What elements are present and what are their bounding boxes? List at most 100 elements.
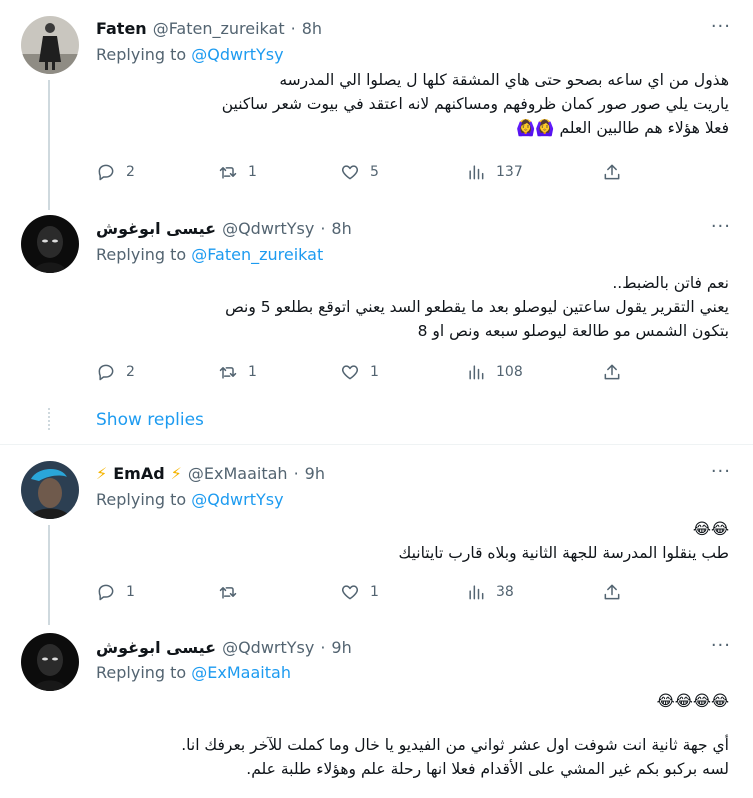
avatar-issa[interactable] bbox=[21, 633, 79, 691]
tweet-timestamp[interactable]: 8h bbox=[331, 219, 351, 238]
separator-dot: · bbox=[320, 218, 326, 238]
tweet-text: هذول من اي ساعه بصحو حتى هاي المشقة كلها… bbox=[96, 68, 729, 140]
share-icon bbox=[604, 584, 620, 600]
reply-count: 2 bbox=[126, 364, 135, 380]
retweet-button[interactable]: 1 bbox=[218, 362, 257, 382]
views-button[interactable]: 108 bbox=[466, 362, 523, 382]
separator-dot: · bbox=[320, 637, 326, 657]
tweet-issa-2[interactable]: عيسى ابوغوش @QdwrtYsy · 9h ··· Replying … bbox=[0, 625, 753, 798]
share-button[interactable] bbox=[602, 582, 622, 602]
like-count: 1 bbox=[370, 584, 379, 600]
reply-count: 1 bbox=[126, 584, 135, 600]
tweet-faten[interactable]: Faten @Faten_zureikat · 8h ··· Replying … bbox=[0, 0, 753, 210]
retweet-icon bbox=[219, 367, 237, 379]
retweet-icon bbox=[219, 587, 237, 599]
like-button[interactable]: 1 bbox=[340, 362, 379, 382]
author-name[interactable]: EmAd bbox=[113, 464, 164, 483]
more-options-icon[interactable]: ··· bbox=[711, 635, 731, 656]
author-name[interactable]: عيسى ابوغوش bbox=[96, 638, 216, 657]
tweet-text-line: بتكون الشمس مو طالعة ليوصلو سبعه ونص او … bbox=[417, 322, 729, 340]
retweet-icon bbox=[219, 167, 237, 179]
more-options-icon[interactable]: ··· bbox=[711, 461, 731, 482]
replying-to-label: Replying to bbox=[96, 490, 187, 509]
bolt-icon: ⚡ bbox=[170, 463, 182, 483]
view-count: 38 bbox=[496, 584, 514, 600]
bolt-icon: ⚡ bbox=[96, 463, 108, 483]
tweet-text-line: نعم فاتن بالضبط.. bbox=[612, 274, 729, 292]
show-replies-link[interactable]: Show replies bbox=[96, 410, 204, 430]
like-count: 1 bbox=[370, 364, 379, 380]
tweet-text-line: لسه بركبو بكم غير المشي على الأقدام فعلا… bbox=[246, 760, 729, 778]
tweet-text-line: هذول من اي ساعه بصحو حتى هاي المشقة كلها… bbox=[279, 71, 729, 89]
reply-icon bbox=[98, 364, 114, 381]
author-handle[interactable]: @Faten_zureikat bbox=[153, 19, 285, 38]
tweet-actions: 2 1 5 137 bbox=[96, 162, 636, 186]
tweet-timestamp[interactable]: 8h bbox=[302, 19, 322, 38]
views-button[interactable]: 38 bbox=[466, 582, 514, 602]
retweet-button[interactable]: 1 bbox=[218, 162, 257, 182]
author-handle[interactable]: @QdwrtYsy bbox=[222, 219, 314, 238]
avatar-emad[interactable] bbox=[21, 461, 79, 519]
replying-to-mention[interactable]: @ExMaaitah bbox=[191, 663, 291, 682]
avatar-issa[interactable] bbox=[21, 215, 79, 273]
tweet-timestamp[interactable]: 9h bbox=[331, 638, 351, 657]
replying-to-label: Replying to bbox=[96, 245, 187, 264]
tweet-text-line: 😂😂 bbox=[692, 520, 729, 538]
thread-connector-dotted bbox=[48, 408, 50, 430]
tweet-emad[interactable]: ⚡ EmAd ⚡ @ExMaaitah · 9h ··· Replying to… bbox=[0, 445, 753, 625]
share-icon bbox=[604, 164, 620, 180]
replying-to: Replying to @Faten_zureikat bbox=[96, 245, 323, 264]
views-bar-chart-icon bbox=[469, 585, 484, 600]
tweet-actions: 1 1 38 bbox=[96, 582, 636, 606]
author-handle[interactable]: @QdwrtYsy bbox=[222, 638, 314, 657]
more-options-icon[interactable]: ··· bbox=[711, 216, 731, 237]
tweet-timestamp[interactable]: 9h bbox=[305, 464, 325, 483]
replying-to: Replying to @QdwrtYsy bbox=[96, 45, 284, 64]
share-icon bbox=[604, 364, 620, 380]
replying-to-mention[interactable]: @Faten_zureikat bbox=[191, 245, 323, 264]
conversation-timeline: Faten @Faten_zureikat · 8h ··· Replying … bbox=[0, 0, 753, 798]
tweet-text-line: طب ينقلوا المدرسة للجهة الثانية وبلاه قا… bbox=[398, 544, 729, 562]
heart-icon bbox=[341, 365, 359, 380]
tweet-text: 😂😂😂😂 أي جهة ثانية انت شوفت اول عشر ثواني… bbox=[96, 689, 729, 781]
author-name[interactable]: عيسى ابوغوش bbox=[96, 219, 216, 238]
views-button[interactable]: 137 bbox=[466, 162, 523, 182]
more-options-icon[interactable]: ··· bbox=[711, 16, 731, 37]
retweet-count: 1 bbox=[248, 164, 257, 180]
share-button[interactable] bbox=[602, 362, 622, 382]
replying-to-mention[interactable]: @QdwrtYsy bbox=[191, 490, 283, 509]
heart-icon bbox=[341, 165, 359, 180]
share-button[interactable] bbox=[602, 162, 622, 182]
reply-button[interactable]: 1 bbox=[96, 582, 135, 602]
reply-icon bbox=[98, 584, 114, 601]
avatar-faten[interactable] bbox=[21, 16, 79, 74]
separator-dot: · bbox=[290, 18, 296, 38]
replying-to: Replying to @QdwrtYsy bbox=[96, 490, 284, 509]
thread-connector bbox=[48, 80, 50, 210]
replying-to: Replying to @ExMaaitah bbox=[96, 663, 291, 682]
reply-button[interactable]: 2 bbox=[96, 362, 135, 382]
author-name[interactable]: Faten bbox=[96, 19, 147, 38]
views-bar-chart-icon bbox=[469, 165, 484, 180]
replying-to-mention[interactable]: @QdwrtYsy bbox=[191, 45, 283, 64]
author-handle[interactable]: @ExMaaitah bbox=[188, 464, 288, 483]
view-count: 137 bbox=[496, 164, 523, 180]
retweet-count: 1 bbox=[248, 364, 257, 380]
heart-icon bbox=[341, 585, 359, 600]
tweet-actions: 2 1 1 108 bbox=[96, 362, 636, 386]
tweet-issa-1[interactable]: عيسى ابوغوش @QdwrtYsy · 8h ··· Replying … bbox=[0, 200, 753, 445]
replying-to-label: Replying to bbox=[96, 45, 187, 64]
tweet-text-line: 😂😂😂😂 bbox=[656, 692, 729, 710]
like-button[interactable]: 5 bbox=[340, 162, 379, 182]
separator-dot: · bbox=[293, 463, 299, 483]
reply-button[interactable]: 2 bbox=[96, 162, 135, 182]
tweet-text-line: يعني التقرير يقول ساعتين ليوصلو بعد ما ي… bbox=[225, 298, 729, 316]
like-button[interactable]: 1 bbox=[340, 582, 379, 602]
views-bar-chart-icon bbox=[469, 365, 484, 380]
view-count: 108 bbox=[496, 364, 523, 380]
retweet-button[interactable] bbox=[218, 582, 248, 602]
like-count: 5 bbox=[370, 164, 379, 180]
replying-to-label: Replying to bbox=[96, 663, 187, 682]
tweet-text: نعم فاتن بالضبط.. يعني التقرير يقول ساعت… bbox=[96, 271, 729, 343]
reply-count: 2 bbox=[126, 164, 135, 180]
